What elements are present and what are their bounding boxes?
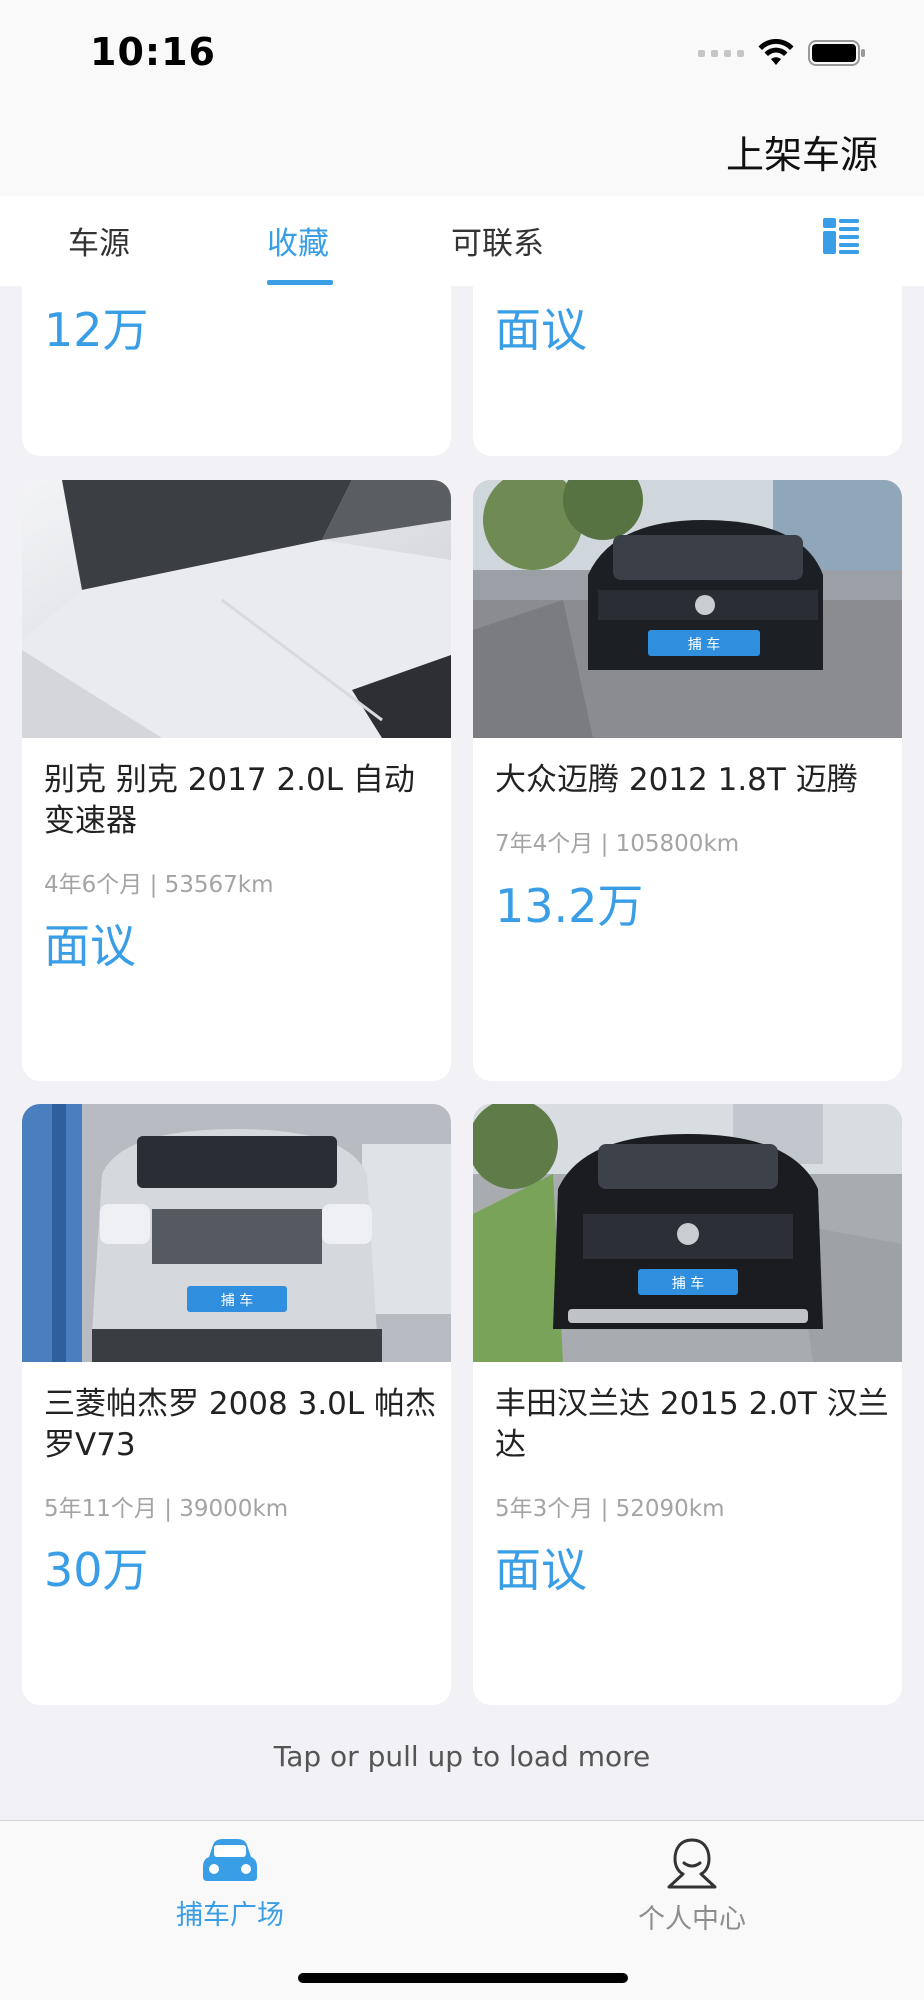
status-bar: 10:16: [0, 0, 924, 104]
listing-price: 13.2万: [495, 879, 644, 933]
svg-text:捕 车: 捕 车: [672, 1275, 704, 1292]
car-icon: [203, 1839, 257, 1881]
svg-text:捕 车: 捕 车: [221, 1292, 253, 1309]
listing-price: 面议: [495, 1543, 587, 1597]
tab-car-plaza[interactable]: 捕车广场: [130, 1837, 330, 1932]
listing-meta: 5年11个月 | 39000km: [44, 1496, 289, 1522]
car-photo: 捕 车: [473, 480, 902, 738]
listing-price: 面议: [495, 303, 587, 357]
home-indicator: [298, 1973, 628, 1983]
listing-title: 三菱帕杰罗 2008 3.0L 帕杰罗V73: [44, 1386, 437, 1463]
listing-price: 面议: [44, 919, 136, 973]
cellular-signal-icon: [698, 49, 744, 57]
listing-meta: 4年6个月 | 53567km: [44, 872, 274, 898]
listing-price: 30万: [44, 1543, 149, 1597]
tab-profile-label: 个人中心: [638, 1904, 746, 1935]
tab-contactable[interactable]: 可联系: [451, 218, 544, 263]
publish-car-button[interactable]: 上架车源: [726, 124, 878, 179]
battery-icon: [808, 40, 865, 66]
listing-meta: 5年3个月 | 52090km: [495, 1496, 725, 1522]
tab-bar: 车源 收藏 可联系: [0, 196, 924, 286]
listing-card[interactable]: 捕 车 三菱帕杰罗 2008 3.0L 帕杰罗V73 5年11个月 | 3900…: [22, 1104, 451, 1705]
nav-bar: 上架车源: [0, 104, 924, 196]
tab-car-plaza-label: 捕车广场: [176, 1900, 284, 1931]
tab-favorites[interactable]: 收藏: [267, 218, 329, 263]
tab-profile[interactable]: 个人中心: [592, 1837, 792, 1936]
listing-card[interactable]: 别克 别克 2017 2.0L 自动变速器 4年6个月 | 53567km 面议: [22, 480, 451, 1081]
car-photo: [22, 480, 451, 738]
status-time: 10:16: [90, 30, 216, 74]
listing-title: 大众迈腾 2012 1.8T 迈腾: [495, 762, 858, 798]
load-more-button[interactable]: Tap or pull up to load more: [0, 1740, 924, 1773]
listing-title: 丰田汉兰达 2015 2.0T 汉兰达: [495, 1386, 889, 1463]
listing-card[interactable]: 捕 车 大众迈腾 2012 1.8T 迈腾 7年4个月 | 105800km 1…: [473, 480, 902, 1081]
status-icons: [698, 38, 866, 68]
listing-card[interactable]: 面议: [473, 286, 902, 456]
wifi-icon: [758, 39, 794, 65]
svg-text:捕 车: 捕 车: [688, 636, 720, 653]
listing-price: 12万: [44, 303, 149, 357]
listing-card[interactable]: 12万: [22, 286, 451, 456]
active-tab-indicator: [267, 280, 333, 285]
tab-car-sources[interactable]: 车源: [68, 218, 130, 263]
listing-grid: 12万 面议 别克 别克 2017 2.0L 自动变速器 4年6个月 | 535…: [0, 286, 924, 1820]
car-photo: 捕 车: [22, 1104, 451, 1362]
person-icon: [667, 1838, 717, 1889]
listing-card[interactable]: 捕 车 丰田汉兰达 2015 2.0T 汉兰达 5年3个月 | 52090km …: [473, 1104, 902, 1705]
app-screen: 10:16 上架车源 车源 收藏 可联系 12万 面议 别克 别克 2017 2…: [0, 0, 924, 2000]
car-photo: 捕 车: [473, 1104, 902, 1362]
listing-title: 别克 别克 2017 2.0L 自动变速器: [44, 762, 415, 839]
listing-meta: 7年4个月 | 105800km: [495, 831, 740, 857]
grid-list-icon[interactable]: [823, 218, 859, 254]
